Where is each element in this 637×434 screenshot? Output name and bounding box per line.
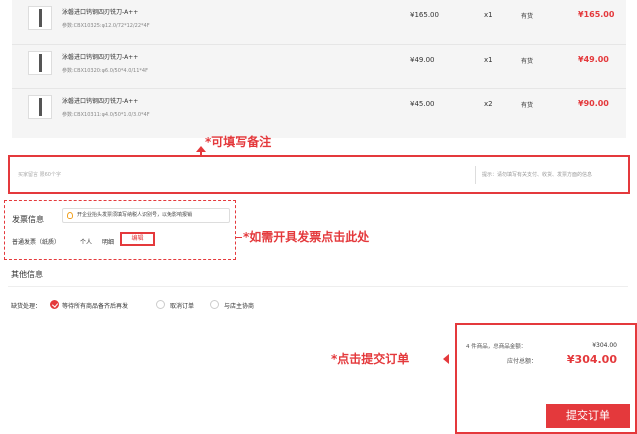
product-name[interactable]: 泳磐进口钨钢四刃铣刀-A++	[62, 96, 138, 105]
product-stock: 有货	[521, 58, 534, 65]
remark-section: 买家留言 限60个字 提示：请勿填写有关支付、收货、发票方面的信息	[8, 155, 630, 194]
invoice-type: 普通发票（纸质）	[12, 239, 61, 246]
summary-due-label: 应付总额：	[507, 358, 538, 365]
product-qty: x1	[484, 11, 493, 19]
summary-amount: ¥304.00	[592, 342, 617, 349]
remark-input[interactable]: 买家留言 限60个字	[18, 168, 472, 182]
remark-divider	[475, 166, 476, 184]
radio-label-negotiate[interactable]: 与店主协商	[224, 301, 254, 310]
lightbulb-icon	[67, 212, 73, 219]
radio-negotiate[interactable]	[210, 300, 219, 309]
summary-count: 4 件商品，总商品金额：	[466, 344, 527, 350]
product-price: ¥165.00	[410, 11, 439, 19]
product-thumbnail[interactable]	[28, 6, 52, 30]
product-name[interactable]: 泳磐进口钨钢四刃铣刀-A++	[62, 52, 138, 61]
invoice-detail: 明细	[102, 239, 115, 246]
arrow-left-icon	[443, 354, 449, 364]
product-stock: 有货	[521, 13, 534, 20]
other-info-divider	[8, 286, 628, 287]
invoice-person: 个人	[80, 239, 93, 246]
product-thumbnail[interactable]	[28, 51, 52, 75]
product-price: ¥49.00	[410, 56, 435, 64]
radio-label-cancel-order[interactable]: 取消订单	[170, 301, 194, 310]
remark-annotation: *可填写备注	[205, 135, 272, 149]
summary-due: ¥304.00	[566, 353, 617, 366]
invoice-annotation: *如需开具发票点击此处	[243, 230, 370, 244]
lack-handling-label: 缺货处理：	[11, 303, 42, 310]
product-subtotal: ¥165.00	[578, 10, 615, 19]
product-name[interactable]: 泳磐进口钨钢四刃铣刀-A++	[62, 7, 138, 16]
invoice-tip-text: 开企业抬头发票须填写纳税人识别号，以免影响报销	[77, 212, 193, 218]
product-thumbnail[interactable]	[28, 95, 52, 119]
product-spec: 参数:CBX10311:φ4.0/50*1.0/3.0*4F	[62, 112, 150, 118]
invoice-title: 发票信息	[12, 215, 44, 224]
product-list: 泳磐进口钨钢四刃铣刀-A++ 参数:CBX10325:φ12.0/72*12/2…	[12, 0, 626, 138]
submit-order-button[interactable]: 提交订单	[546, 404, 630, 428]
product-qty: x1	[484, 56, 493, 64]
product-row: 泳磐进口钨钢四刃铣刀-A++ 参数:CBX10311:φ4.0/50*1.0/3…	[12, 88, 626, 138]
product-stock: 有货	[521, 102, 534, 109]
product-spec: 参数:CBX10325:φ12.0/72*12/22*4F	[62, 23, 150, 29]
product-row: 泳磐进口钨钢四刃铣刀-A++ 参数:CBX10325:φ12.0/72*12/2…	[12, 0, 626, 44]
invoice-tip: 开企业抬头发票须填写纳税人识别号，以免影响报销	[62, 208, 230, 223]
submit-annotation: *点击提交订单	[331, 352, 410, 366]
radio-wait-all[interactable]	[50, 300, 59, 309]
product-row: 泳磐进口钨钢四刃铣刀-A++ 参数:CBX10320:φ6.0/50*4.0/1…	[12, 44, 626, 88]
radio-cancel-order[interactable]	[156, 300, 165, 309]
other-info-title: 其他信息	[11, 270, 43, 279]
annotation-connector	[236, 237, 242, 238]
remark-tip: 提示：请勿填写有关支付、收货、发票方面的信息	[482, 172, 593, 178]
invoice-section: 发票信息 开企业抬头发票须填写纳税人识别号，以免影响报销 普通发票（纸质） 个人…	[4, 200, 236, 260]
product-subtotal: ¥49.00	[578, 55, 609, 64]
radio-label-wait-all[interactable]: 等待所有商品备齐后再发	[62, 301, 128, 310]
product-subtotal: ¥90.00	[578, 99, 609, 108]
product-qty: x2	[484, 100, 493, 108]
invoice-edit-button[interactable]: 编辑	[120, 232, 155, 246]
product-spec: 参数:CBX10320:φ6.0/50*4.0/11*4F	[62, 68, 148, 74]
product-price: ¥45.00	[410, 100, 435, 108]
